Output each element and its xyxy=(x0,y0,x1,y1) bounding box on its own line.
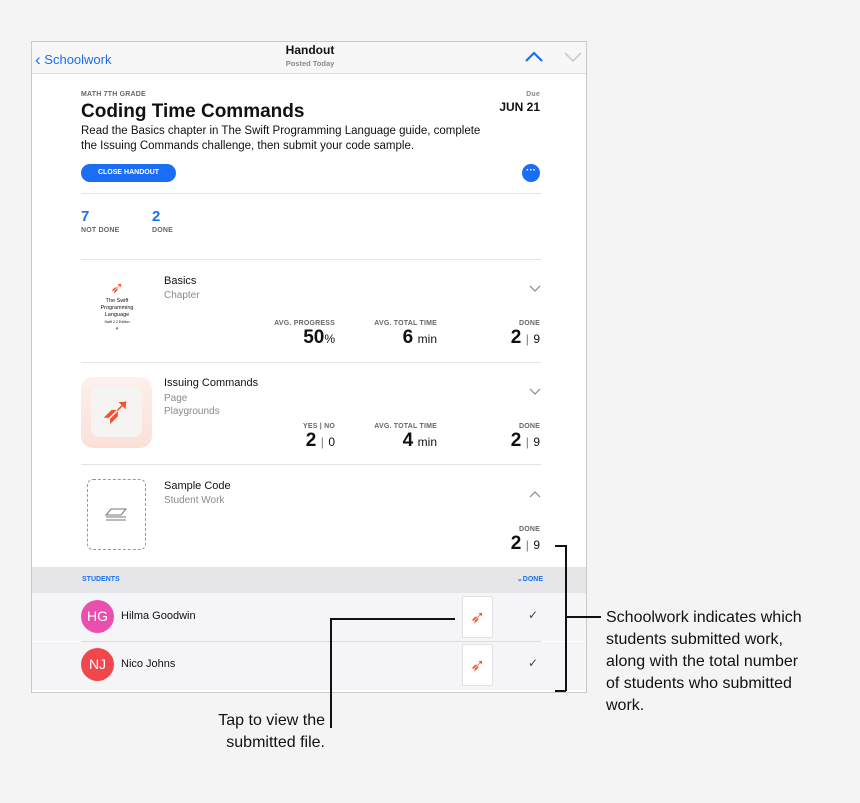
annotation-tap-file: Tap to view the submitted file. xyxy=(218,712,325,751)
activity-type: Page xyxy=(164,393,188,404)
chevron-up-icon[interactable] xyxy=(529,490,541,498)
student-row[interactable]: HG Hilma Goodwin ➶ ✓ xyxy=(32,593,586,641)
activity-title: Basics xyxy=(164,275,197,287)
activity-type: Student Work xyxy=(164,495,225,506)
stat-yes-no: YES | NO 2 | 0 xyxy=(303,423,335,451)
handout-window: ‹ Schoolwork Handout Posted Today MATH 7… xyxy=(31,41,587,693)
bracket-line xyxy=(555,545,566,547)
more-options-icon[interactable]: ··· xyxy=(522,164,540,182)
handout-description: Read the Basics chapter in The Swift Pro… xyxy=(81,125,481,152)
divider xyxy=(81,362,541,363)
activity-title: Issuing Commands xyxy=(164,377,259,389)
activity-type: Chapter xyxy=(164,290,200,301)
callout-line xyxy=(566,616,601,618)
submitted-file-button[interactable]: ➶ xyxy=(462,644,493,686)
student-name: Nico Johns xyxy=(121,658,176,670)
callout-line xyxy=(330,618,455,620)
chevron-up-icon[interactable] xyxy=(524,51,544,63)
apple-logo-icon: ● xyxy=(115,326,119,332)
stat-avg-time: AVG. TOTAL TIME 6 min xyxy=(374,320,437,348)
chevron-down-icon[interactable] xyxy=(529,388,541,396)
swift-file-icon: ➶ xyxy=(469,607,486,627)
students-header-label: STUDENTS xyxy=(82,576,120,583)
checkmark-icon: ✓ xyxy=(528,656,539,670)
avatar: NJ xyxy=(81,648,114,681)
avatar: HG xyxy=(81,600,114,633)
handout-title: Coding Time Commands xyxy=(81,101,305,122)
due-date: JUN 21 xyxy=(499,100,540,114)
swift-logo-icon: ➶ xyxy=(110,280,124,297)
student-row[interactable]: NJ Nico Johns ➶ ✓ xyxy=(32,642,586,690)
nav-subtitle: Posted Today xyxy=(285,59,335,68)
nav-title: Handout xyxy=(285,43,335,57)
activity-title: Sample Code xyxy=(164,480,231,492)
swift-file-icon: ➶ xyxy=(469,655,486,675)
not-done-count[interactable]: 7 xyxy=(81,208,89,225)
divider xyxy=(81,259,541,260)
document-tray-icon xyxy=(104,508,128,521)
filter-done-button[interactable]: ⌄DONE xyxy=(517,575,543,583)
book-cover-thumbnail: ➶ The Swift Programming Language Swift 2.2 … xyxy=(87,280,147,333)
chevron-down-icon[interactable] xyxy=(529,285,541,293)
activity-app: Playgrounds xyxy=(164,406,220,417)
bracket-line xyxy=(555,690,566,692)
stat-avg-time: AVG. TOTAL TIME 4 min xyxy=(374,423,437,451)
divider xyxy=(81,464,541,465)
annotation-submitted-work: Schoolwork indicates which students submi… xyxy=(606,609,802,714)
due-label: Due xyxy=(526,91,540,98)
done-count[interactable]: 2 xyxy=(152,208,160,225)
divider xyxy=(81,193,541,194)
not-done-label: NOT DONE xyxy=(81,227,120,234)
nav-bar: ‹ Schoolwork Handout Posted Today xyxy=(32,42,586,74)
class-name: MATH 7TH GRADE xyxy=(81,91,146,98)
bracket-line xyxy=(565,545,567,691)
swift-logo-icon: ➶ xyxy=(91,386,142,437)
checkmark-icon: ✓ xyxy=(528,608,539,622)
stat-done: DONE 2 | 9 xyxy=(510,526,540,554)
stat-done: DONE 2 | 9 xyxy=(510,423,540,451)
student-work-placeholder xyxy=(87,479,146,550)
close-handout-button[interactable]: CLOSE HANDOUT xyxy=(81,164,176,182)
done-label: DONE xyxy=(152,227,174,234)
callout-line xyxy=(330,618,332,728)
stat-done: DONE 2 | 9 xyxy=(510,320,540,348)
chevron-down-icon[interactable] xyxy=(563,51,583,63)
students-header: STUDENTS ⌄DONE xyxy=(32,567,586,593)
student-name: Hilma Goodwin xyxy=(121,610,196,622)
playgrounds-thumbnail: ➶ xyxy=(81,377,152,448)
submitted-file-button[interactable]: ➶ xyxy=(462,596,493,638)
stat-avg-progress: AVG. PROGRESS 50% xyxy=(274,320,335,348)
